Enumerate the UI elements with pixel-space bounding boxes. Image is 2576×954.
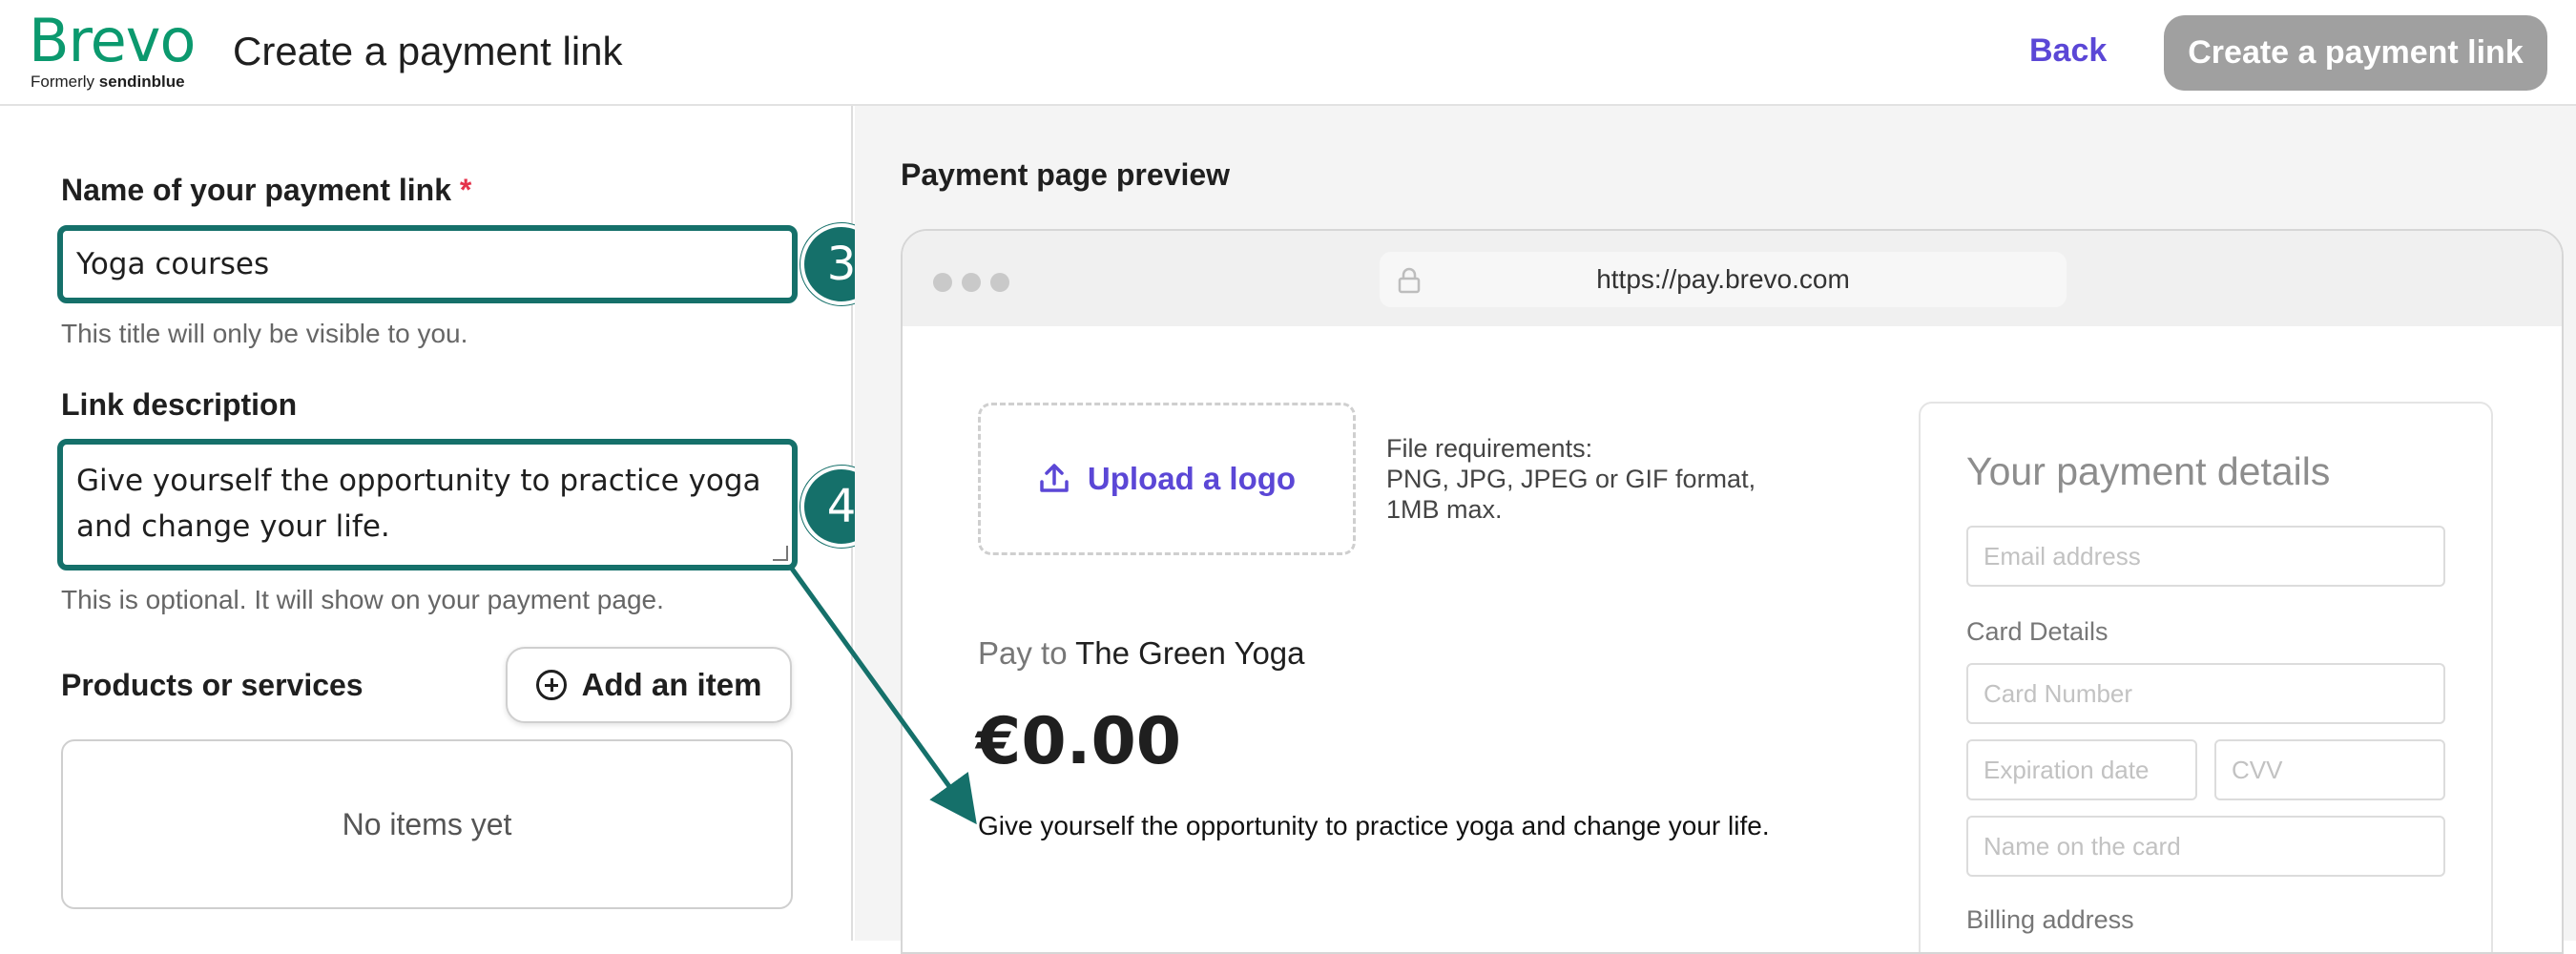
- brand-wordmark: Brevo: [29, 6, 196, 75]
- items-empty-state: No items yet: [61, 739, 793, 909]
- payment-page-preview-panel: Payment page preview https://pay.brevo.c…: [855, 106, 2576, 954]
- card-number-field[interactable]: Card Number: [1966, 663, 2445, 724]
- page-title: Create a payment link: [233, 29, 623, 73]
- upload-icon: [1040, 464, 1069, 492]
- preview-description: Give yourself the opportunity to practic…: [978, 811, 1770, 840]
- cvv-field[interactable]: CVV: [2214, 739, 2445, 800]
- card-details-label: Card Details: [1966, 617, 2109, 646]
- products-label: Products or services: [61, 668, 364, 702]
- url-text: https://pay.brevo.com: [1596, 264, 1850, 294]
- brevo-logo[interactable]: Brevo Formerly sendinblue: [29, 11, 210, 93]
- browser-toolbar: https://pay.brevo.com: [903, 231, 2562, 326]
- window-dot-icon: [990, 273, 1009, 292]
- description-field-label: Link description: [61, 387, 298, 422]
- billing-address-label: Billing address: [1966, 905, 2134, 934]
- pay-to-line: Pay to The Green Yoga: [978, 635, 1305, 672]
- pay-to-prefix: Pay to: [978, 635, 1068, 671]
- create-payment-link-button[interactable]: Create a payment link: [2164, 15, 2547, 91]
- empty-items-text: No items yet: [342, 806, 512, 841]
- payment-link-name-input[interactable]: Yoga courses: [57, 225, 798, 303]
- brand-subtitle: Formerly sendinblue: [31, 73, 185, 92]
- browser-mockup: https://pay.brevo.com Upload a logo File…: [901, 229, 2564, 954]
- payment-link-form: Name of your payment link * Yoga courses…: [0, 106, 883, 941]
- name-field-label: Name of your payment link *: [61, 173, 471, 208]
- name-on-card-field[interactable]: Name on the card: [1966, 816, 2445, 877]
- email-field[interactable]: Email address: [1966, 526, 2445, 587]
- brand-formerly: Formerly: [31, 73, 95, 91]
- merchant-name: The Green Yoga: [1075, 635, 1305, 671]
- upload-logo-label: Upload a logo: [1087, 461, 1297, 496]
- description-helper-text: This is optional. It will show on your p…: [61, 585, 664, 614]
- file-req-line: PNG, JPG, JPEG or GIF format,: [1386, 465, 1756, 493]
- preview-title: Payment page preview: [901, 157, 1231, 192]
- name-label-text: Name of your payment link: [61, 173, 451, 207]
- resize-handle-icon[interactable]: [773, 546, 788, 561]
- url-bar: https://pay.brevo.com: [1380, 252, 2067, 307]
- upload-logo-button[interactable]: Upload a logo: [978, 403, 1356, 555]
- top-header: Brevo Formerly sendinblue Create a payme…: [0, 0, 2576, 106]
- file-req-line: 1MB max.: [1386, 495, 1503, 524]
- plus-circle-icon: [535, 670, 567, 700]
- file-requirements: File requirements: PNG, JPG, JPEG or GIF…: [1386, 433, 1755, 525]
- description-value: Give yourself the opportunity to practic…: [76, 464, 761, 544]
- payment-details-card: Your payment details Email address Card …: [1919, 402, 2493, 952]
- required-asterisk: *: [459, 173, 472, 207]
- window-dot-icon: [933, 273, 952, 292]
- expiration-date-field[interactable]: Expiration date: [1966, 739, 2197, 800]
- back-button[interactable]: Back: [2029, 32, 2107, 70]
- add-item-button[interactable]: Add an item: [506, 647, 792, 723]
- payment-amount: €0.00: [976, 704, 1182, 779]
- file-req-line: File requirements:: [1386, 434, 1593, 463]
- brand-former-name: sendinblue: [98, 73, 185, 91]
- payment-details-title: Your payment details: [1966, 449, 2331, 493]
- link-description-textarea[interactable]: Give yourself the opportunity to practic…: [57, 439, 798, 570]
- window-dot-icon: [962, 273, 981, 292]
- name-helper-text: This title will only be visible to you.: [61, 319, 468, 348]
- add-item-label: Add an item: [581, 667, 762, 702]
